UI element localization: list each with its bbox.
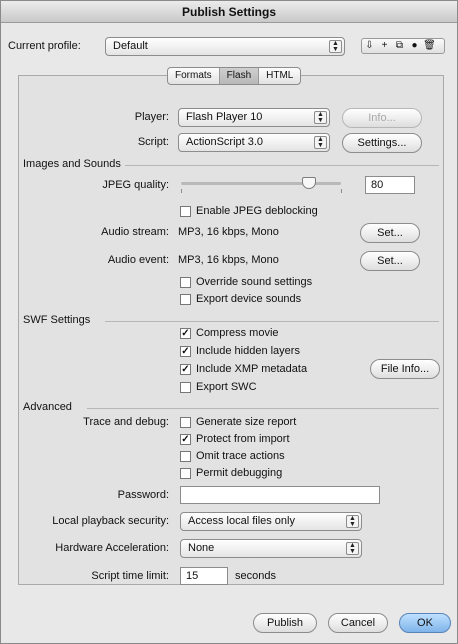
export-swc-checkbox[interactable]: Export SWC — [180, 381, 257, 393]
checkbox-box: ✓ — [180, 345, 191, 357]
divider — [125, 165, 439, 166]
hardware-acceleration-value: None — [188, 542, 215, 554]
tab-flash[interactable]: Flash — [219, 68, 260, 84]
checkbox-label: Include hidden layers — [196, 345, 300, 357]
jpeg-quality-slider[interactable] — [181, 182, 341, 185]
select-arrows-icon: ▲ ▼ — [346, 542, 359, 555]
local-playback-security-label: Local playback security: — [52, 515, 169, 527]
player-value: Flash Player 10 — [186, 111, 263, 123]
trash-icon[interactable]: 🗑 — [422, 39, 437, 53]
protect-from-import-checkbox[interactable]: ✓ Protect from import — [180, 433, 290, 445]
audio-event-label: Audio event: — [107, 254, 169, 266]
script-label: Script: — [137, 136, 169, 148]
tab-bar: Formats Flash HTML — [167, 67, 302, 85]
publish-button[interactable]: Publish — [253, 613, 317, 633]
current-profile-label: Current profile: — [8, 40, 81, 52]
audio-stream-label: Audio stream: — [101, 226, 169, 238]
omit-trace-actions-checkbox[interactable]: Omit trace actions — [180, 450, 285, 462]
current-profile-select[interactable]: Default ▲ ▼ — [105, 37, 345, 56]
audio-event-set-button[interactable]: Set... — [360, 251, 420, 271]
generate-size-report-checkbox[interactable]: Generate size report — [180, 416, 296, 428]
export-device-sounds-checkbox[interactable]: Export device sounds — [180, 293, 301, 305]
ok-button[interactable]: OK — [399, 613, 451, 633]
checkbox-label: Export SWC — [196, 381, 257, 393]
checkbox-box — [180, 467, 191, 479]
permit-debugging-checkbox[interactable]: Permit debugging — [180, 467, 282, 479]
checkbox-label: Protect from import — [196, 433, 290, 445]
seconds-label: seconds — [235, 570, 276, 582]
select-arrows-icon: ▲ ▼ — [346, 515, 359, 528]
audio-stream-set-button[interactable]: Set... — [360, 223, 420, 243]
checkbox-label: Include XMP metadata — [196, 363, 308, 375]
checkbox-label: Export device sounds — [196, 293, 302, 305]
player-label: Player: — [134, 111, 169, 123]
checkbox-box: ✓ — [180, 327, 191, 339]
script-settings-button[interactable]: Settings... — [342, 133, 422, 153]
tab-html[interactable]: HTML — [259, 68, 300, 84]
swf-settings-heading: SWF Settings — [23, 314, 91, 326]
checkbox-label: Enable JPEG deblocking — [196, 205, 318, 217]
script-select[interactable]: ActionScript 3.0 ▲ ▼ — [178, 133, 330, 152]
override-sound-settings-checkbox[interactable]: Override sound settings — [180, 276, 312, 288]
include-hidden-layers-checkbox[interactable]: ✓ Include hidden layers — [180, 345, 300, 357]
divider — [105, 321, 439, 322]
checkbox-label: Override sound settings — [196, 276, 313, 288]
profile-toolbar: ⇩ + ⧉ ● 🗑 — [361, 38, 445, 54]
select-arrows-icon: ▲ ▼ — [329, 40, 342, 53]
audio-stream-value: MP3, 16 kbps, Mono — [178, 226, 279, 238]
enable-jpeg-deblocking-checkbox[interactable]: Enable JPEG deblocking — [180, 205, 318, 217]
local-playback-security-select[interactable]: Access local files only ▲ ▼ — [180, 512, 362, 531]
hardware-acceleration-select[interactable]: None ▲ ▼ — [180, 539, 362, 558]
password-label: Password: — [117, 489, 169, 501]
cancel-button[interactable]: Cancel — [328, 613, 388, 633]
checkbox-box — [180, 205, 191, 217]
checkbox-box: ✓ — [180, 363, 191, 375]
checkbox-box — [180, 381, 191, 393]
include-xmp-metadata-checkbox[interactable]: ✓ Include XMP metadata — [180, 363, 307, 375]
import-export-icon[interactable]: ⇩ — [362, 39, 377, 53]
script-time-limit-field[interactable]: 15 — [180, 567, 228, 585]
tab-formats[interactable]: Formats — [168, 68, 220, 84]
checkbox-box — [180, 276, 191, 288]
checkbox-label: Compress movie — [196, 327, 279, 339]
checkbox-label: Omit trace actions — [196, 450, 285, 462]
checkbox-box — [180, 450, 191, 462]
player-select[interactable]: Flash Player 10 ▲ ▼ — [178, 108, 330, 127]
checkbox-label: Generate size report — [196, 416, 297, 428]
checkbox-label: Permit debugging — [196, 467, 283, 479]
jpeg-quality-label: JPEG quality: — [102, 179, 169, 191]
plus-icon[interactable]: + — [377, 39, 392, 53]
audio-event-value: MP3, 16 kbps, Mono — [178, 254, 279, 266]
script-value: ActionScript 3.0 — [186, 136, 264, 148]
script-time-limit-label: Script time limit: — [91, 570, 169, 582]
slider-tick — [341, 189, 342, 193]
checkbox-box: ✓ — [180, 433, 191, 445]
checkbox-box — [180, 293, 191, 305]
divider — [87, 408, 439, 409]
file-info-button[interactable]: File Info... — [370, 359, 440, 379]
compress-movie-checkbox[interactable]: ✓ Compress movie — [180, 327, 279, 339]
select-arrows-icon: ▲ ▼ — [314, 111, 327, 124]
info-button[interactable]: Info... — [342, 108, 422, 128]
info-icon[interactable]: ● — [407, 39, 422, 53]
duplicate-icon[interactable]: ⧉ — [392, 39, 407, 53]
publish-settings-dialog: Publish Settings Current profile: Defaul… — [0, 0, 458, 644]
slider-tick — [181, 189, 182, 193]
hardware-acceleration-label: Hardware Acceleration: — [55, 542, 169, 554]
trace-debug-label: Trace and debug: — [83, 416, 169, 428]
jpeg-quality-input[interactable]: 80 — [365, 176, 415, 194]
local-playback-security-value: Access local files only — [188, 515, 295, 527]
advanced-heading: Advanced — [23, 401, 72, 413]
select-arrows-icon: ▲ ▼ — [314, 136, 327, 149]
password-field[interactable] — [180, 486, 380, 504]
checkbox-box — [180, 416, 191, 428]
images-sounds-heading: Images and Sounds — [23, 158, 121, 170]
current-profile-value: Default — [113, 40, 148, 52]
window-title: Publish Settings — [1, 1, 457, 23]
